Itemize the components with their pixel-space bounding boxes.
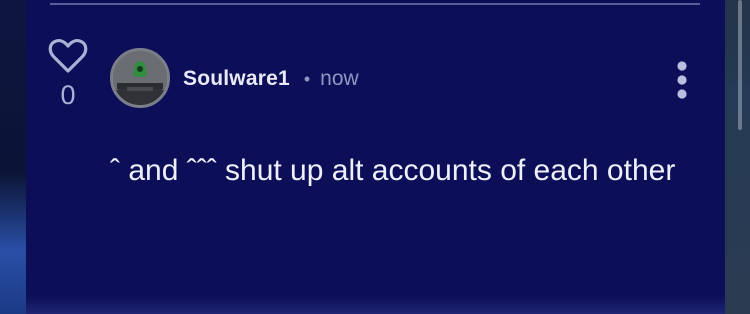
avatar[interactable] <box>110 48 170 108</box>
comment-header: Soulware1 • now <box>183 64 359 94</box>
separator-dot: • <box>303 68 311 89</box>
card-bottom-edge <box>26 296 725 314</box>
divider <box>50 3 700 5</box>
like-section: 0 <box>48 38 88 109</box>
username[interactable]: Soulware1 <box>183 67 290 91</box>
timestamp: now <box>320 67 359 90</box>
like-count: 0 <box>60 80 76 110</box>
screen: 0 Soulware1 • now ˆ and ˆˆˆ shut up alt … <box>0 0 750 314</box>
scrollbar[interactable] <box>725 0 750 314</box>
heart-outline-icon[interactable] <box>48 38 88 74</box>
left-background-strip <box>0 0 26 314</box>
comment-body: ˆ and ˆˆˆ shut up alt accounts of each o… <box>110 154 676 187</box>
vertical-ellipsis-icon[interactable] <box>668 58 696 102</box>
avatar-image <box>113 51 167 105</box>
